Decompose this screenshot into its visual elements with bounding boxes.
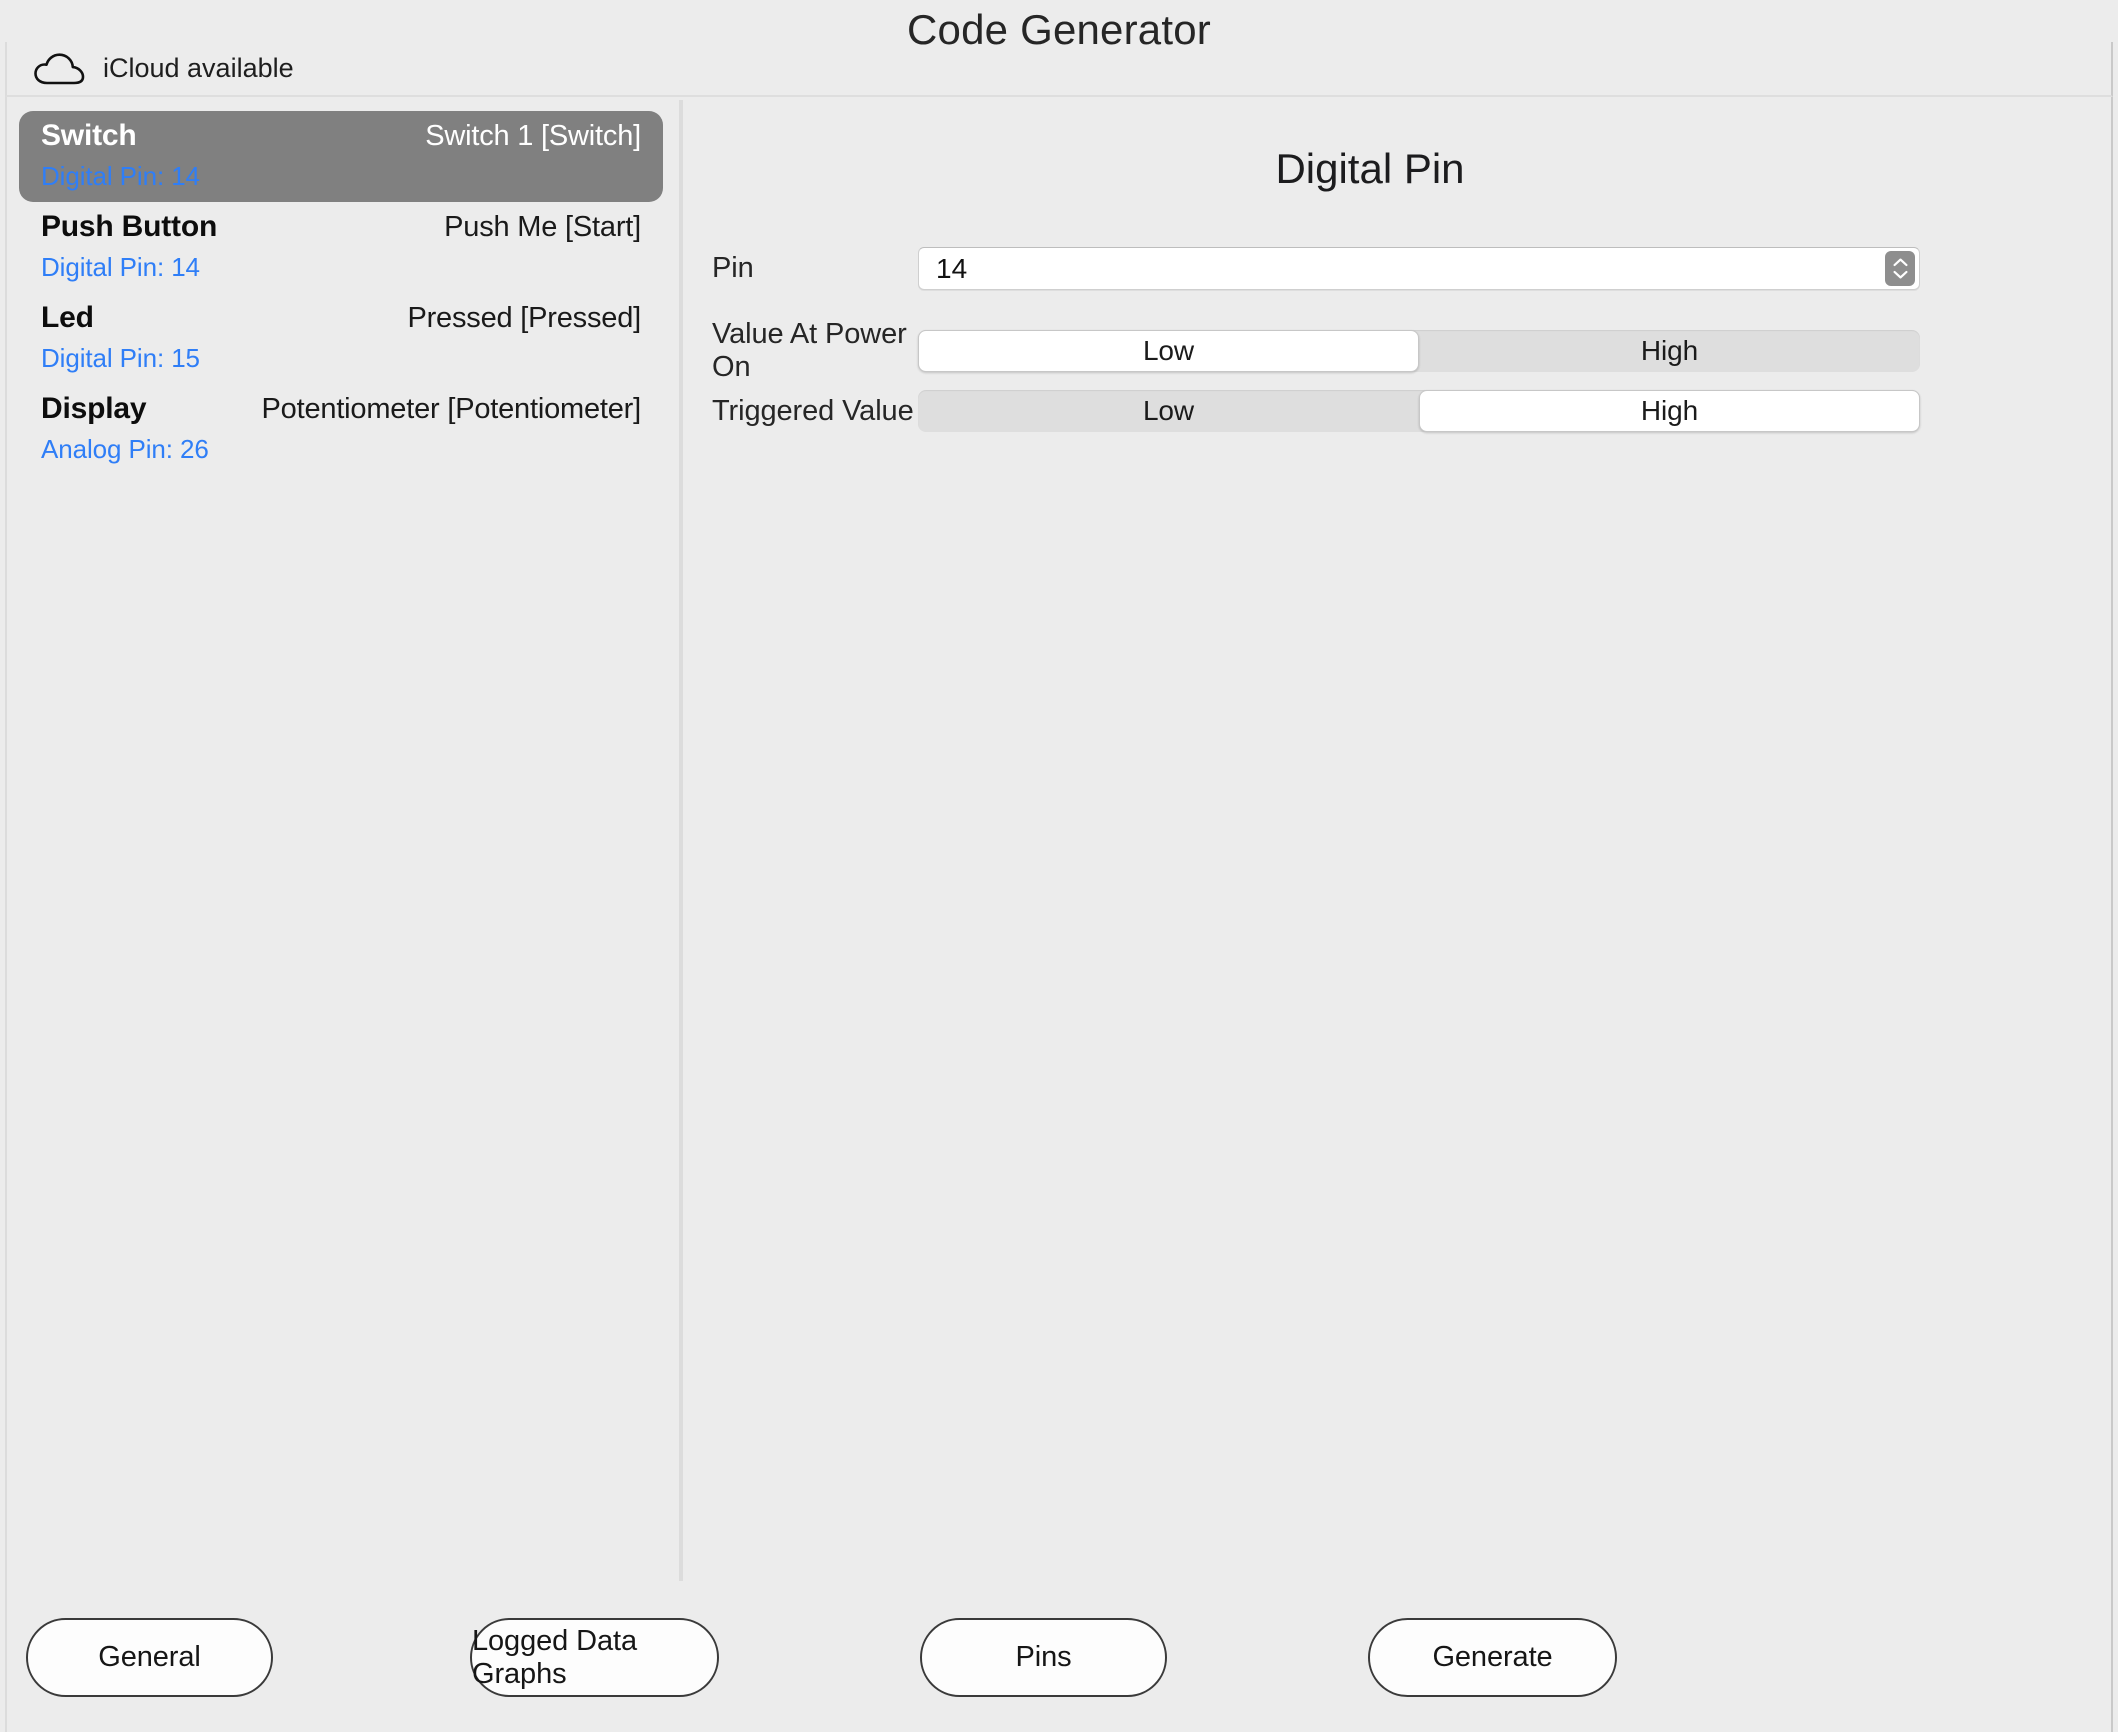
code-generator-window: Code Generator iCloud available Switch S… [0,0,2118,1732]
item-type: Switch [41,119,137,152]
icloud-status-bar: iCloud available [5,42,2113,97]
pins-button[interactable]: Pins [920,1618,1167,1697]
generate-button[interactable]: Generate [1368,1618,1617,1697]
list-item[interactable]: Led Pressed [Pressed] Digital Pin: 15 [19,293,663,384]
item-name: Push Me [Start] [444,211,641,243]
item-type: Push Button [41,210,218,243]
pin-value: 14 [936,252,968,284]
item-pin: Digital Pin: 14 [41,161,200,191]
component-list: Switch Switch 1 [Switch] Digital Pin: 14… [7,97,675,1578]
list-item[interactable]: Display Potentiometer [Potentiometer] An… [19,384,663,475]
bottom-toolbar: General Logged Data Graphs Pins Generate [5,1578,2113,1732]
cloud-icon [34,52,85,84]
segment-power-on-high[interactable]: High [1419,330,1920,372]
triggered-value-segmented-control[interactable]: Low High [918,390,1920,432]
item-pin: Analog Pin: 26 [41,434,209,464]
item-name: Switch 1 [Switch] [425,120,641,152]
chevron-down-icon[interactable] [1893,270,1908,279]
pin-label: Pin [712,252,754,284]
item-type: Display [41,392,147,425]
value-at-power-on-label: Value At Power On [712,318,907,383]
segment-triggered-high[interactable]: High [1419,390,1920,432]
item-type: Led [41,301,94,334]
segment-power-on-low[interactable]: Low [918,330,1419,372]
item-pin: Digital Pin: 15 [41,343,200,373]
main-split: Switch Switch 1 [Switch] Digital Pin: 14… [5,97,2113,1732]
segment-triggered-low[interactable]: Low [918,390,1419,432]
triggered-value-row: Triggered Value Low High [683,390,2113,432]
pin-row: Pin 14 [683,247,2113,290]
general-button[interactable]: General [26,1618,273,1697]
list-item[interactable]: Push Button Push Me [Start] Digital Pin:… [19,202,663,293]
item-name: Potentiometer [Potentiometer] [261,393,642,425]
value-at-power-on-row: Value At Power On Low High [683,318,2113,384]
icloud-status-text: iCloud available [103,53,294,83]
item-pin: Digital Pin: 14 [41,252,200,282]
pin-stepper-field[interactable]: 14 [918,247,1920,290]
value-at-power-on-segmented-control[interactable]: Low High [918,330,1920,372]
list-item[interactable]: Switch Switch 1 [Switch] Digital Pin: 14 [19,111,663,202]
pin-stepper-buttons[interactable] [1885,251,1915,286]
logged-data-graphs-button[interactable]: Logged Data Graphs [470,1618,719,1697]
detail-pane: Digital Pin Pin 14 Value At Power On Low… [683,97,2113,1578]
triggered-value-label: Triggered Value [712,394,914,427]
chevron-up-icon[interactable] [1893,258,1908,267]
item-name: Pressed [Pressed] [407,302,641,334]
detail-title: Digital Pin [1275,145,1465,192]
